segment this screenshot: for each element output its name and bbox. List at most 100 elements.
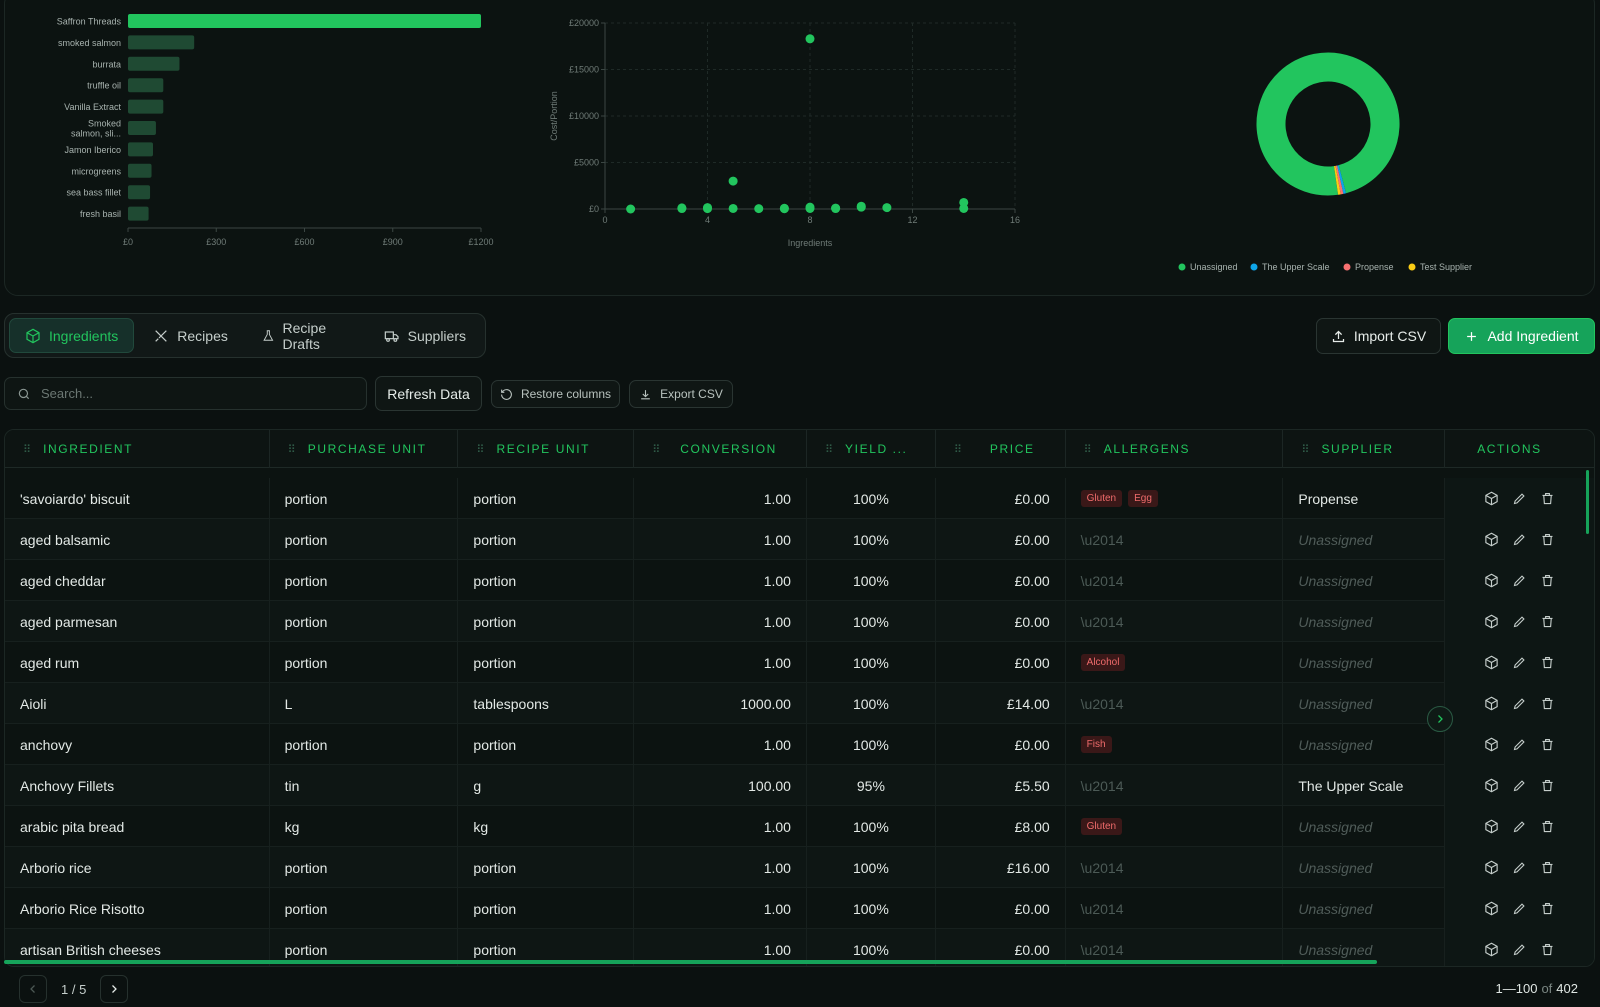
- trash-icon[interactable]: [1540, 819, 1555, 834]
- column-header-supplier[interactable]: ⠿ SUPPLIER: [1283, 430, 1446, 468]
- table-row[interactable]: Arborio Rice Risotto portion portion 1.00 10…: [5, 888, 1594, 929]
- restore-columns-button[interactable]: Restore columns: [491, 380, 620, 408]
- table-row[interactable]: aged cheddar portion portion 1.00 100% £0.00 \…: [5, 560, 1594, 601]
- trash-icon[interactable]: [1540, 901, 1555, 916]
- scroll-right-button[interactable]: [1427, 706, 1453, 732]
- vertical-scrollbar[interactable]: [1586, 470, 1589, 534]
- table-header: ⠿ INGREDIENT ⠿ PURCHASE UNIT ⠿ RECIPE UNIT …: [5, 430, 1594, 468]
- tab-recipe-drafts[interactable]: Recipe Drafts: [247, 318, 365, 353]
- chevron-left-icon: [30, 985, 35, 993]
- column-header-allergens[interactable]: ⠿ ALLERGENS: [1066, 430, 1284, 468]
- edit-icon[interactable]: [1512, 491, 1527, 506]
- table-row[interactable]: Aioli Ltablespoons 1000.00 100% £14.00 \u2014…: [5, 683, 1594, 724]
- package-icon[interactable]: [1484, 532, 1499, 547]
- package-icon[interactable]: [1484, 901, 1499, 916]
- table-row[interactable]: 'savoiardo' biscuit portion portion 1.00 100…: [5, 478, 1594, 519]
- column-header-recipe-unit[interactable]: ⠿ RECIPE UNIT: [458, 430, 635, 468]
- edit-icon[interactable]: [1512, 614, 1527, 629]
- edit-icon[interactable]: [1512, 696, 1527, 711]
- package-icon[interactable]: [1484, 573, 1499, 588]
- package-icon[interactable]: [1484, 737, 1499, 752]
- package-icon[interactable]: [1484, 942, 1499, 957]
- column-header-conversion[interactable]: ⠿ CONVERSION: [634, 430, 807, 468]
- column-header-yield[interactable]: ⠿ YIELD ...: [807, 430, 936, 468]
- price-cell: £0.00: [936, 560, 1066, 601]
- prev-page-button[interactable]: [19, 975, 47, 1003]
- edit-icon[interactable]: [1512, 819, 1527, 834]
- trash-icon[interactable]: [1540, 573, 1555, 588]
- category-label: Jamon Iberico: [64, 145, 121, 155]
- package-icon[interactable]: [1484, 819, 1499, 834]
- allergens-cell: Gluten: [1066, 806, 1284, 847]
- edit-icon[interactable]: [1512, 901, 1527, 916]
- column-label: PURCHASE UNIT: [307, 442, 427, 456]
- drag-handle-icon[interactable]: ⠿: [1084, 443, 1092, 456]
- drag-handle-icon[interactable]: ⠿: [652, 443, 660, 456]
- edit-icon[interactable]: [1512, 532, 1527, 547]
- next-page-button[interactable]: [100, 975, 129, 1003]
- table-row[interactable]: aged parmesan portion portion 1.00 100% £0.00…: [5, 601, 1594, 642]
- recipe-unit-cell: portion: [458, 724, 635, 765]
- trash-icon[interactable]: [1540, 491, 1555, 506]
- table-row[interactable]: anchovy portion portion 1.00 100% £0.00 Fish Un…: [5, 724, 1594, 765]
- drag-handle-icon[interactable]: ⠿: [23, 443, 31, 456]
- column-header-ingredient[interactable]: ⠿ INGREDIENT: [5, 430, 270, 468]
- export-csv-button[interactable]: Export CSV: [629, 380, 733, 408]
- edit-icon[interactable]: [1512, 860, 1527, 875]
- drag-handle-icon[interactable]: ⠿: [1301, 443, 1309, 456]
- search-input[interactable]: [41, 386, 341, 401]
- trash-icon[interactable]: [1540, 942, 1555, 957]
- trash-icon[interactable]: [1540, 737, 1555, 752]
- drag-handle-icon[interactable]: ⠿: [288, 443, 296, 456]
- edit-icon[interactable]: [1512, 573, 1527, 588]
- refresh-data-button[interactable]: Refresh Data: [375, 376, 482, 411]
- trash-icon[interactable]: [1540, 655, 1555, 670]
- drag-handle-icon[interactable]: ⠿: [954, 443, 962, 456]
- trash-icon[interactable]: [1540, 532, 1555, 547]
- actions-cell: [1445, 847, 1594, 888]
- supplier-cell: The Upper Scale: [1283, 765, 1446, 806]
- edit-icon[interactable]: [1512, 942, 1527, 957]
- table-row[interactable]: aged balsamic portion portion 1.00 100% £0.00…: [5, 519, 1594, 560]
- tab-ingredients[interactable]: Ingredients: [9, 318, 135, 353]
- trash-icon[interactable]: [1540, 696, 1555, 711]
- trash-icon[interactable]: [1540, 614, 1555, 629]
- horizontal-scrollbar[interactable]: [4, 960, 1377, 964]
- package-icon[interactable]: [1484, 696, 1499, 711]
- trash-icon[interactable]: [1540, 778, 1555, 793]
- table-row[interactable]: aged rum portion portion 1.00 100% £0.00 Alcoh…: [5, 642, 1594, 683]
- package-icon[interactable]: [1484, 778, 1499, 793]
- package-icon[interactable]: [1484, 491, 1499, 506]
- column-header-purchase-unit[interactable]: ⠿ PURCHASE UNIT: [270, 430, 459, 468]
- allergens-cell: \u2014: [1066, 683, 1284, 724]
- edit-icon[interactable]: [1512, 737, 1527, 752]
- table-row[interactable]: Anchovy Fillets tin g 100.00 95% £5.50 \u2014 T…: [5, 765, 1594, 806]
- drag-handle-icon[interactable]: ⠿: [476, 443, 484, 456]
- download-icon: [641, 389, 650, 399]
- category-label: salmon, sli...: [71, 129, 121, 139]
- trash-icon[interactable]: [1540, 860, 1555, 875]
- tab-recipes[interactable]: Recipes: [138, 318, 243, 353]
- add-ingredient-button[interactable]: Add Ingredient: [1448, 318, 1595, 354]
- actions-cell: [1445, 929, 1594, 966]
- drag-handle-icon[interactable]: ⠿: [825, 443, 833, 456]
- x-tick-label: £600: [294, 237, 314, 247]
- import-csv-button[interactable]: Import CSV: [1316, 318, 1441, 354]
- table-row[interactable]: arabic pita bread kg kg 1.00 100% £8.00 Gluten…: [5, 806, 1594, 847]
- recipe-unit-cell: g: [458, 765, 635, 806]
- actions-cell: [1445, 765, 1594, 806]
- table-body: 'savoiardo' biscuit portion portion 1.00 100…: [5, 478, 1594, 966]
- yield-cell: 100%: [807, 888, 936, 929]
- package-icon[interactable]: [1484, 655, 1499, 670]
- table-row[interactable]: Arborio rice portion portion 1.00 100% £16.00…: [5, 847, 1594, 888]
- edit-icon[interactable]: [1512, 655, 1527, 670]
- edit-icon[interactable]: [1512, 778, 1527, 793]
- purchase-unit-cell: portion: [270, 724, 459, 765]
- flask-icon: [263, 329, 274, 341]
- package-icon[interactable]: [1484, 860, 1499, 875]
- purchase-unit-cell: portion: [270, 642, 459, 683]
- conversion-cell: 1000.00: [634, 683, 807, 724]
- column-header-price[interactable]: ⠿ PRICE: [936, 430, 1066, 468]
- package-icon[interactable]: [1484, 614, 1499, 629]
- tab-suppliers[interactable]: Suppliers: [369, 318, 481, 353]
